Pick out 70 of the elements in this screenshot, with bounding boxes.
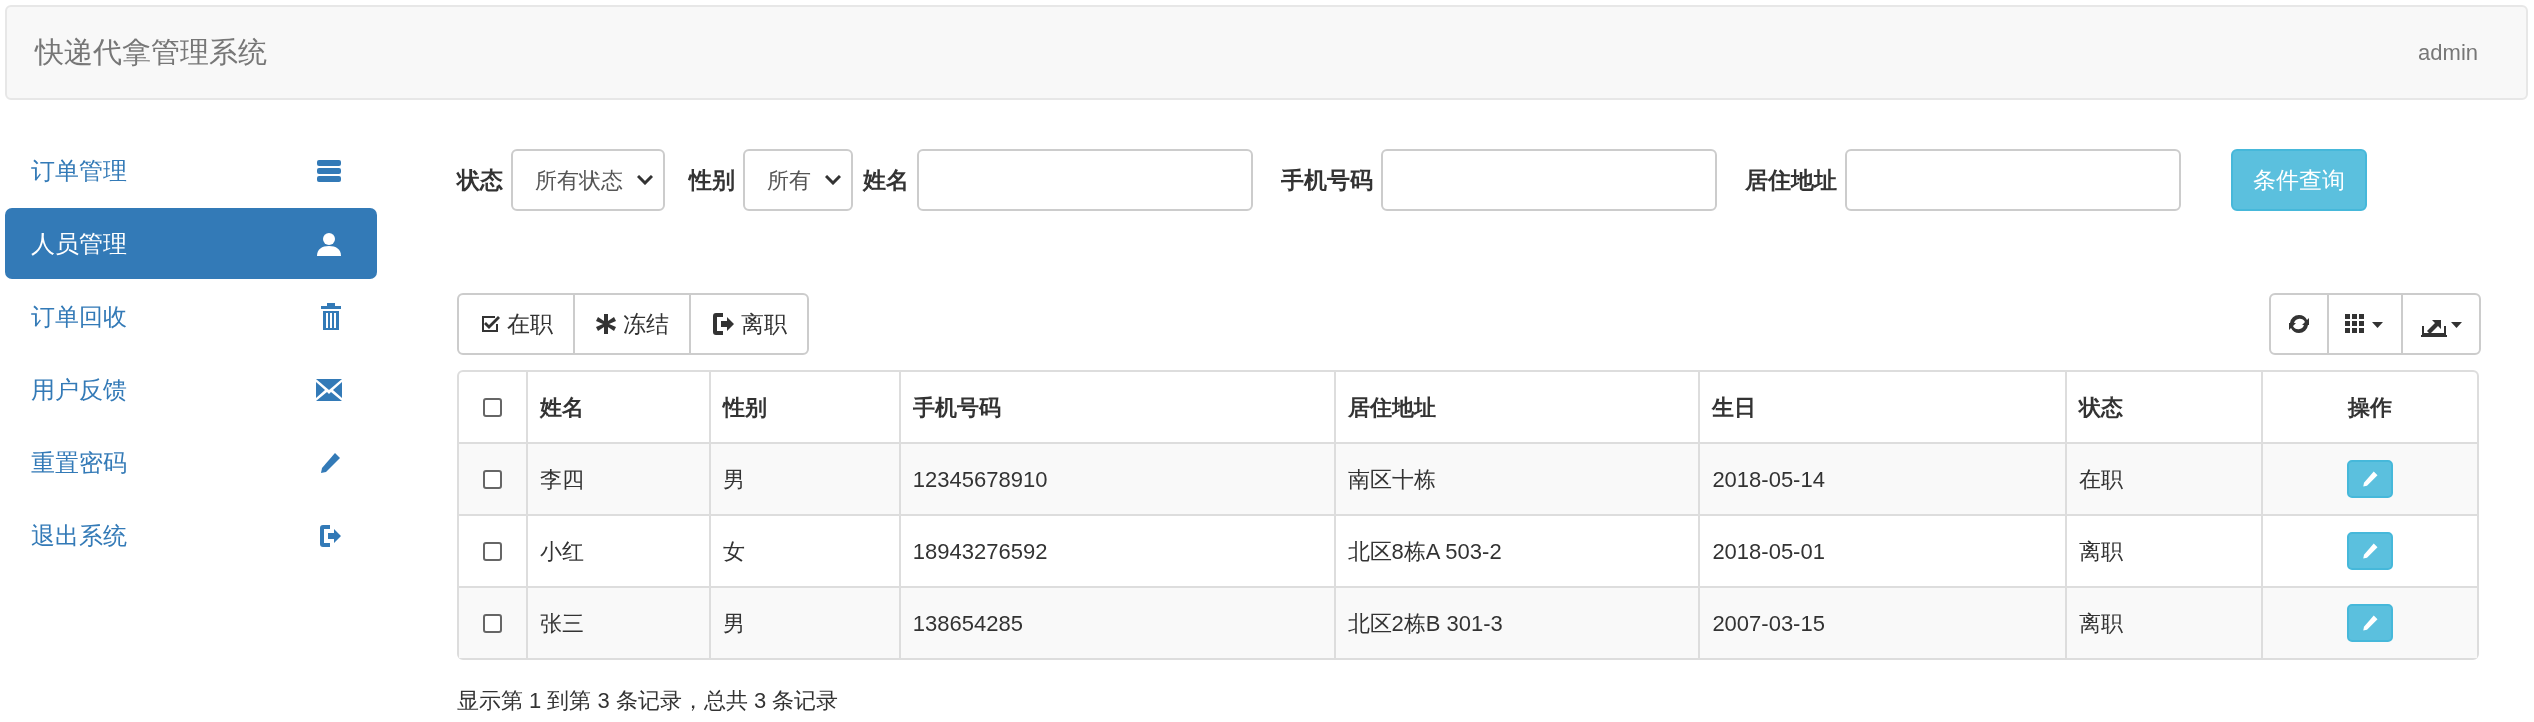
grid-icon: [2345, 313, 2385, 335]
table-cell-text: 北区2栋B 301-3: [1347, 609, 1503, 638]
column-header: 状态: [2079, 393, 2124, 422]
row-checkbox[interactable]: [483, 541, 502, 561]
select-field[interactable]: 所有状态: [511, 149, 665, 211]
envelope-icon: [316, 378, 342, 401]
sidebar-item[interactable]: 重置密码: [5, 427, 377, 498]
pencil-icon: [2361, 470, 2380, 488]
sidebar-item[interactable]: 退出系统: [5, 500, 377, 571]
pencil-icon: [2361, 614, 2380, 632]
user-icon: [316, 230, 342, 257]
pencil-icon: [2361, 542, 2380, 560]
pagination-info: 显示第 1 到第 3 条记录，总共 3 条记录: [457, 687, 840, 715]
field-label: 手机号码: [1281, 165, 1373, 195]
table-cell-text: 南区十栋: [1347, 465, 1436, 494]
table-cell-text: 12345678910: [912, 465, 1048, 494]
column-header: 居住地址: [1347, 393, 1436, 422]
table-cell-text: 北区8栋A 503-2: [1347, 537, 1502, 566]
table-cell-text: 离职: [2079, 537, 2124, 566]
field-label: 居住地址: [1745, 165, 1837, 195]
sidebar-item[interactable]: 用户反馈: [5, 354, 377, 425]
field-label: 姓名: [863, 165, 909, 195]
table-cell-text: 138654285: [912, 609, 1023, 638]
pencil-icon: [318, 450, 342, 475]
column-header: 手机号码: [912, 393, 1001, 422]
select-field[interactable]: 所有: [743, 149, 853, 211]
checkbox-icon: [479, 313, 501, 335]
action-button[interactable]: 在职: [457, 293, 575, 355]
column-header: 操作: [2348, 393, 2393, 422]
table-cell-text: 李四: [539, 465, 584, 494]
input-field[interactable]: [1381, 149, 1717, 211]
table-cell-text: 男: [722, 465, 745, 494]
trash-icon: [320, 302, 342, 331]
sidebar-item[interactable]: 人员管理: [5, 208, 377, 279]
table-cell-text: 离职: [2079, 609, 2124, 638]
table-cell-text: 女: [722, 537, 745, 566]
sidebar-item[interactable]: 订单回收: [5, 281, 377, 352]
caret-icon: [637, 175, 653, 185]
table-cell-text: 张三: [539, 609, 584, 638]
table-cell-text: 2018-05-14: [1712, 465, 1825, 494]
table-cell-text: 小红: [539, 537, 584, 566]
action-button[interactable]: 离职: [689, 293, 809, 355]
action-button[interactable]: 冻结: [573, 293, 691, 355]
column-header: 姓名: [539, 393, 584, 422]
caret-icon: [825, 175, 841, 185]
table-cell-text: 2007-03-15: [1712, 609, 1825, 638]
input-field[interactable]: [1845, 149, 2181, 211]
logout-icon: [711, 312, 735, 336]
row-checkbox[interactable]: [483, 613, 502, 633]
table-cell-text: 2018-05-01: [1712, 537, 1825, 566]
username[interactable]: admin: [2418, 36, 2478, 69]
input-field[interactable]: [917, 149, 1253, 211]
sidebar-item[interactable]: 订单管理: [5, 135, 377, 206]
table-cell-text: 在职: [2079, 465, 2124, 494]
field-label: 性别: [689, 165, 735, 195]
logout-icon: [318, 523, 342, 548]
row-checkbox[interactable]: [483, 469, 502, 489]
refresh-icon: [2287, 312, 2311, 336]
toolbar-button[interactable]: [2269, 293, 2329, 355]
table-cell-text: 18943276592: [912, 537, 1048, 566]
column-header: 性别: [722, 393, 767, 422]
toolbar-button[interactable]: [2327, 293, 2403, 355]
select-all-checkbox[interactable]: [483, 397, 502, 417]
toolbar-button[interactable]: [2401, 293, 2481, 355]
column-header: 生日: [1712, 393, 1757, 422]
table-cell-text: 男: [722, 609, 745, 638]
server-icon: [316, 157, 342, 184]
asterisk-icon: [595, 313, 617, 335]
field-label: 状态: [457, 165, 503, 195]
app-title: 快递代拿管理系统: [35, 34, 267, 70]
